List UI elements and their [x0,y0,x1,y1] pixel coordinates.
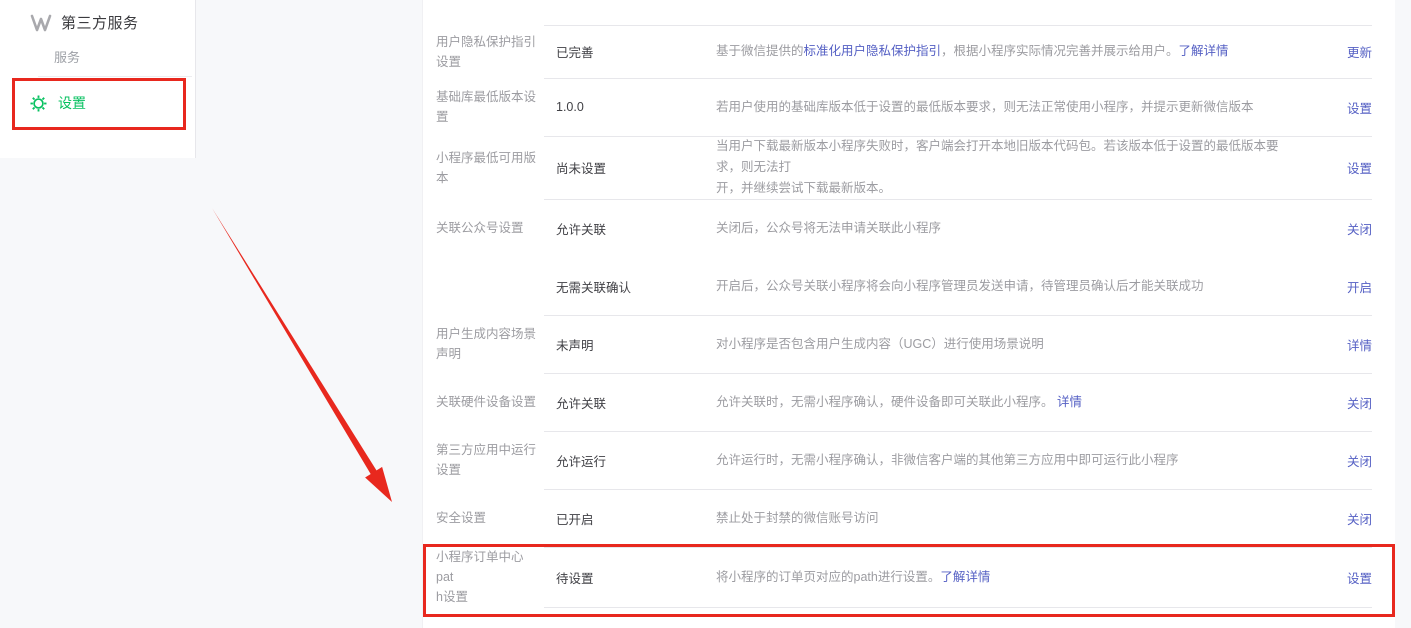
gear-icon [30,95,47,112]
table-row: 小程序最低可用版 本 尚未设置 当用户下载最新版本小程序失败时，客户端会打开本地… [423,136,1395,199]
setting-value: 已完善 [544,42,704,61]
sidebar-logo-row: 第三方服务 [30,12,139,33]
description-inline-link[interactable]: 标准化用户隐私保护指引 [804,44,942,58]
setting-description: 允许运行时，无需小程序确认，非微信客户端的其他第三方应用中即可运行此小程序 [704,450,1303,471]
table-row: 关联硬件设备设置 允许关联 允许关联时，无需小程序确认，硬件设备即可关联此小程序… [423,373,1395,431]
settings-table: 用户隐私保护指引 设置 已完善 基于微信提供的标准化用户隐私保护指引，根据小程序… [423,0,1395,607]
setting-action-link[interactable]: 设置 [1303,568,1395,587]
setting-label: 第三方应用中运行 设置 [423,440,544,480]
setting-value: 无需关联确认 [544,277,704,296]
table-row: 安全设置 已开启 禁止处于封禁的微信账号访问 关闭 [423,489,1395,547]
setting-label: 用户隐私保护指引 设置 [423,32,544,72]
third-party-platform-logo-icon [30,13,52,33]
table-row: 第三方应用中运行 设置 允许运行 允许运行时，无需小程序确认，非微信客户端的其他… [423,431,1395,489]
description-text: 关闭后，公众号将无法申请关联此小程序 [716,221,941,235]
setting-value: 1.0.0 [544,100,704,114]
description-text: ，根据小程序实际情况完善并展示给用户。 [941,44,1179,58]
setting-action-link[interactable]: 详情 [1303,335,1395,354]
setting-action-link[interactable]: 更新 [1303,42,1395,61]
table-row: 基础库最低版本设 置 1.0.0 若用户使用的基础库版本低于设置的最低版本要求，… [423,78,1395,136]
description-inline-link[interactable]: 了解详情 [1179,44,1229,58]
setting-action-link[interactable]: 关闭 [1303,451,1395,470]
table-row: 用户生成内容场景 声明 未声明 对小程序是否包含用户生成内容（UGC）进行使用场… [423,315,1395,373]
setting-label: 安全设置 [423,508,544,528]
setting-description: 关闭后，公众号将无法申请关联此小程序 [704,218,1303,239]
setting-value: 允许关联 [544,393,704,412]
sidebar: 第三方服务 服务 [0,0,196,158]
main-content: 用户隐私保护指引 设置 已完善 基于微信提供的标准化用户隐私保护指引，根据小程序… [422,0,1395,628]
description-inline-link[interactable]: 详情 [1057,395,1082,409]
sidebar-divider [38,76,192,77]
table-bottom-divider [423,607,1395,608]
setting-action-link[interactable]: 设置 [1303,158,1395,177]
description-text: 基于微信提供的 [716,44,804,58]
setting-label: 用户生成内容场景 声明 [423,324,544,364]
setting-label: 小程序订单中心pat h设置 [423,547,544,607]
setting-description: 基于微信提供的标准化用户隐私保护指引，根据小程序实际情况完善并展示给用户。了解详… [704,41,1303,62]
table-row: 关联公众号设置 允许关联 关闭后，公众号将无法申请关联此小程序 关闭 [423,199,1395,257]
setting-action-link[interactable]: 关闭 [1303,393,1395,412]
setting-action-link[interactable]: 关闭 [1303,219,1395,238]
setting-action-link[interactable]: 关闭 [1303,509,1395,528]
setting-description: 开启后，公众号关联小程序将会向小程序管理员发送申请，待管理员确认后才能关联成功 [704,276,1303,297]
description-text: 允许关联时，无需小程序确认，硬件设备即可关联此小程序。 [716,395,1057,409]
table-row: 无需关联确认 开启后，公众号关联小程序将会向小程序管理员发送申请，待管理员确认后… [423,257,1395,315]
setting-label: 关联硬件设备设置 [423,392,544,412]
description-text: 禁止处于封禁的微信账号访问 [716,511,879,525]
setting-value: 待设置 [544,568,704,587]
description-text: 对小程序是否包含用户生成内容（UGC）进行使用场景说明 [716,337,1044,351]
sidebar-item-settings[interactable]: 设置 [30,93,86,113]
annotation-arrow [200,198,410,518]
sidebar-section-label: 服务 [54,47,80,66]
table-row: 小程序订单中心pat h设置 待设置 将小程序的订单页对应的path进行设置。了… [423,547,1395,607]
setting-value: 尚未设置 [544,158,704,177]
description-inline-link[interactable]: 了解详情 [940,570,990,584]
setting-description: 当用户下载最新版本小程序失败时，客户端会打开本地旧版本代码包。若该版本低于设置的… [704,136,1303,199]
description-text: 允许运行时，无需小程序确认，非微信客户端的其他第三方应用中即可运行此小程序 [716,453,1179,467]
description-text: 将小程序的订单页对应的path进行设置。 [716,570,940,584]
sidebar-title: 第三方服务 [61,12,139,33]
setting-action-link[interactable]: 设置 [1303,98,1395,117]
setting-value: 允许运行 [544,451,704,470]
description-text: 开启后，公众号关联小程序将会向小程序管理员发送申请，待管理员确认后才能关联成功 [716,279,1204,293]
setting-description: 将小程序的订单页对应的path进行设置。了解详情 [704,567,1303,588]
description-text: 当用户下载最新版本小程序失败时，客户端会打开本地旧版本代码包。若该版本低于设置的… [716,139,1279,195]
setting-description: 对小程序是否包含用户生成内容（UGC）进行使用场景说明 [704,334,1303,355]
setting-label: 基础库最低版本设 置 [423,87,544,127]
setting-label: 关联公众号设置 [423,218,544,238]
setting-value: 已开启 [544,509,704,528]
setting-description: 禁止处于封禁的微信账号访问 [704,508,1303,529]
description-text: 若用户使用的基础库版本低于设置的最低版本要求，则无法正常使用小程序，并提示更新微… [716,100,1254,114]
sidebar-item-settings-label: 设置 [58,93,86,113]
setting-label: 小程序最低可用版 本 [423,148,544,188]
setting-action-link[interactable]: 开启 [1303,277,1395,296]
setting-description: 若用户使用的基础库版本低于设置的最低版本要求，则无法正常使用小程序，并提示更新微… [704,97,1303,118]
setting-description: 允许关联时，无需小程序确认，硬件设备即可关联此小程序。 详情 [704,392,1303,413]
setting-value: 允许关联 [544,219,704,238]
table-row: 用户隐私保护指引 设置 已完善 基于微信提供的标准化用户隐私保护指引，根据小程序… [423,25,1395,78]
setting-value: 未声明 [544,335,704,354]
